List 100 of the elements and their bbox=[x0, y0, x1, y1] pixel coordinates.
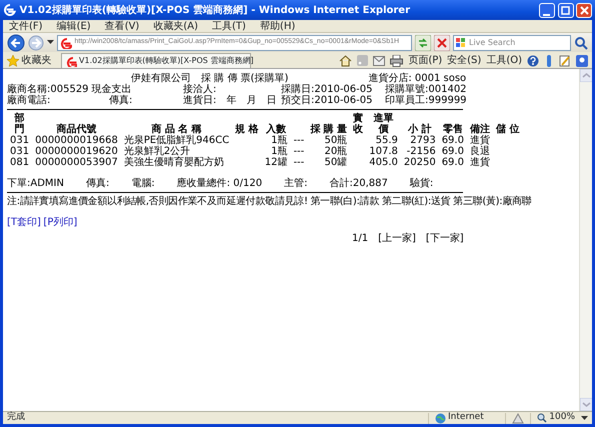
table-cell-text: 69.0 bbox=[440, 156, 465, 168]
browser-tab[interactable]: V1.02採購單印表(轉驗收單)[X-POS 雲端商務網] bbox=[60, 53, 250, 68]
column-header: 小 計 bbox=[406, 122, 433, 134]
table-cell-text: 031 bbox=[9, 134, 30, 146]
table-cell-text: 0000000019620 bbox=[34, 146, 119, 156]
info-field: 採購日:2010-06-05 bbox=[281, 84, 372, 94]
column-header: 儲 位 bbox=[494, 122, 520, 134]
menu-item[interactable]: 工具(T) bbox=[212, 18, 246, 34]
info-field: 接洽人: bbox=[183, 84, 216, 94]
note-text: 注:請詳實填寫進價金額以利結帳,否則因作業不及而延遲付款敬請見諒! 第一聯(白):請款 第二聯(紅):送貨 第三聯(黃):廠商聯 bbox=[7, 196, 532, 206]
print-link[interactable]: [P列印] bbox=[43, 216, 78, 228]
minimize-icon bbox=[543, 14, 551, 16]
footer-field: 主管: bbox=[284, 178, 308, 188]
back-icon[interactable] bbox=[7, 34, 25, 52]
print-icon[interactable] bbox=[390, 54, 404, 66]
column-header: 零售 bbox=[442, 122, 464, 134]
dropdown-icon[interactable] bbox=[47, 40, 54, 45]
table-cell-text: --- bbox=[292, 146, 306, 156]
menu-item[interactable]: 编辑(E) bbox=[56, 18, 91, 34]
column-header: 入數 bbox=[265, 122, 288, 134]
table-cell: 光泉鮮乳2公升 bbox=[120, 146, 232, 156]
table-cell-text: 69.0 bbox=[440, 134, 465, 146]
minimize-button[interactable] bbox=[539, 2, 555, 18]
column-header: 採 購 量 bbox=[309, 122, 348, 134]
search-field[interactable]: Live Search bbox=[453, 34, 571, 50]
table-cell-text: 2793 bbox=[409, 134, 437, 146]
info-field: 預交日:2010-06-05 bbox=[281, 94, 372, 106]
info-field: 廠商名稱:005529 現金支出 bbox=[7, 84, 132, 94]
table-cell-text: 0000000019668 bbox=[34, 134, 119, 146]
column-header: 部門 bbox=[13, 112, 26, 134]
info-field: 進貨日: 年 月 日 bbox=[183, 94, 276, 106]
table-cell-text: 進貨 bbox=[468, 156, 491, 168]
close-icon bbox=[580, 6, 588, 14]
dropdown-icon[interactable] bbox=[581, 416, 588, 420]
help-icon[interactable] bbox=[527, 54, 539, 66]
document-title: 伊娃有限公司 採 購 傳 票(採購單) bbox=[131, 72, 288, 84]
page-indicator: 1/1 bbox=[352, 232, 368, 244]
mail-icon[interactable] bbox=[373, 56, 386, 66]
window-title: V1.02採購單印表(轉驗收單)[X-POS 雲端商務網] - Windows Internet Explorer bbox=[20, 3, 412, 18]
column-header: 商品代號 bbox=[55, 122, 98, 134]
info-field: 傳真: bbox=[109, 94, 132, 106]
branch-label: 進貨分店: 0001 soso bbox=[368, 72, 466, 84]
table-cell-text: 1瓶 bbox=[270, 134, 288, 146]
table-cell-text: --- bbox=[292, 134, 306, 146]
favorites-button[interactable]: 收藏夹 bbox=[7, 53, 52, 68]
footer-field: 電腦: bbox=[131, 178, 155, 188]
command-menu[interactable]: 安全(S) bbox=[447, 53, 482, 68]
home-icon[interactable] bbox=[339, 54, 352, 66]
status-text: 完成 bbox=[7, 411, 26, 424]
footer-field: 應收量總件: 0/120 bbox=[176, 178, 262, 188]
column-header: 備注 bbox=[468, 122, 491, 134]
footer-field: 下單:ADMIN bbox=[7, 178, 64, 188]
menu-item[interactable]: 收藏夹(A) bbox=[153, 18, 198, 34]
column-header: 實收 bbox=[352, 112, 364, 134]
print-link[interactable]: [T套印] bbox=[7, 216, 41, 228]
footer-field: 驗貨: bbox=[410, 178, 434, 188]
pager-link[interactable]: [下一家] bbox=[426, 232, 464, 244]
table-cell-text: 良退 bbox=[468, 146, 491, 156]
table-cell-text: 50瓶 bbox=[324, 134, 348, 146]
info-field: 採購單號:001402 bbox=[385, 84, 467, 94]
info-field: 廠商電話: bbox=[7, 94, 50, 106]
column-header: 進單價 bbox=[372, 112, 395, 134]
table-cell-text: 107.8 bbox=[368, 146, 399, 156]
column-header: 商 品 名 稱 bbox=[120, 112, 232, 134]
pager-link[interactable]: [上一家] bbox=[378, 232, 416, 244]
globe-icon bbox=[434, 412, 446, 424]
command-menu[interactable]: 工具(O) bbox=[486, 53, 522, 68]
footer-field: 合計:20,887 bbox=[329, 178, 388, 188]
table-cell-text: --- bbox=[292, 156, 306, 168]
table-cell-text: 美強生優晴育嬰配方奶 bbox=[122, 156, 225, 168]
menu-item[interactable]: 查看(V) bbox=[104, 18, 140, 34]
refresh-icon[interactable] bbox=[415, 34, 431, 50]
security-zone: Internet bbox=[434, 411, 484, 425]
table-cell-text: 0000000053907 bbox=[34, 156, 119, 168]
close-button[interactable] bbox=[576, 2, 592, 18]
table-cell-text: 69.0 bbox=[440, 146, 465, 156]
maximize-icon bbox=[561, 6, 570, 14]
command-menu[interactable]: 页面(P) bbox=[408, 53, 442, 68]
stop-icon[interactable] bbox=[434, 34, 450, 50]
ie-logo-icon bbox=[3, 3, 17, 17]
table-cell-text: 進貨 bbox=[468, 134, 491, 146]
table-cell-text: 1瓶 bbox=[270, 146, 288, 156]
ie-page-icon bbox=[66, 56, 76, 66]
info-field: 印單員工:999999 bbox=[385, 94, 467, 106]
menu-item[interactable]: 文件(F) bbox=[9, 18, 43, 34]
edit-icon[interactable] bbox=[559, 54, 571, 66]
table-cell-text: 光泉PE低脂鮮乳946CC bbox=[122, 134, 230, 146]
search-icon[interactable] bbox=[574, 36, 588, 50]
column-header: 規 格 bbox=[234, 122, 260, 134]
star-icon bbox=[7, 54, 19, 66]
zoom-control[interactable]: 100% bbox=[536, 411, 575, 425]
table-cell-text: 12罐 bbox=[264, 156, 288, 168]
menu-item[interactable]: 帮助(H) bbox=[260, 18, 296, 34]
maximize-button[interactable] bbox=[558, 2, 574, 18]
table-cell-text: 50罐 bbox=[324, 156, 348, 168]
table-cell-text: 20瓶 bbox=[324, 146, 348, 156]
table-cell-text: 081 bbox=[9, 156, 30, 168]
table-cell-text: -2156 bbox=[406, 146, 437, 156]
zoom-icon bbox=[536, 413, 547, 423]
footer-field: 傳真: bbox=[86, 178, 110, 188]
